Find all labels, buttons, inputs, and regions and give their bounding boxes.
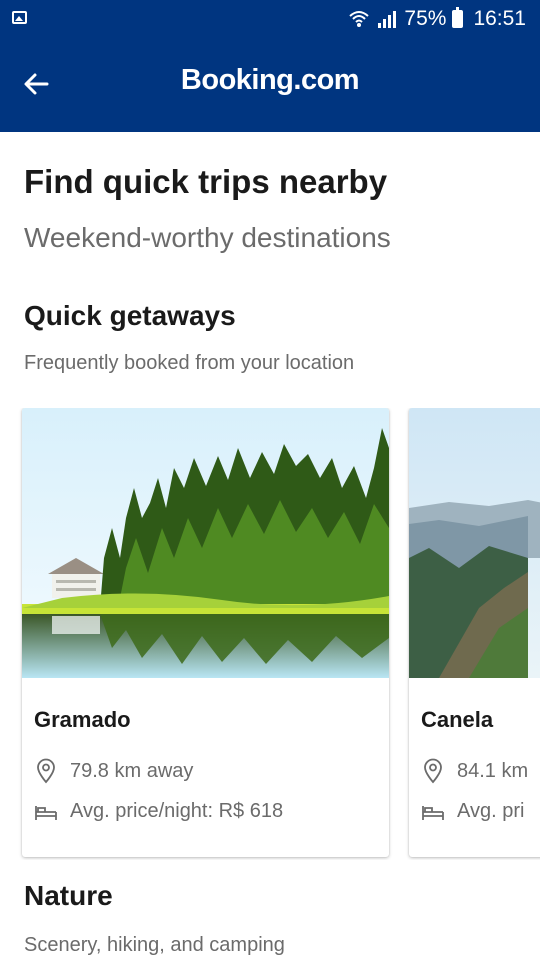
price-row: Avg. pri bbox=[421, 800, 524, 823]
destination-photo-canela bbox=[409, 408, 540, 678]
destination-card-canela[interactable]: Canela 84.1 km Avg. pri bbox=[409, 408, 540, 857]
brand-logo: Booking.com bbox=[180, 64, 360, 96]
price-text: Avg. pri bbox=[457, 800, 525, 822]
section-title-nature: Nature bbox=[24, 880, 113, 911]
price-row: Avg. price/night: R$ 618 bbox=[34, 800, 283, 823]
destination-name: Gramado bbox=[34, 707, 131, 732]
section-subtitle-nature: Scenery, hiking, and camping bbox=[24, 934, 285, 956]
status-time: 16:51 bbox=[473, 7, 526, 30]
app-bar: Booking.com bbox=[0, 38, 540, 132]
section-title-quick-getaways: Quick getaways bbox=[24, 300, 236, 331]
section-subtitle-quick-getaways: Frequently booked from your location bbox=[24, 352, 355, 374]
location-pin-icon bbox=[37, 758, 55, 784]
battery-icon bbox=[452, 7, 464, 28]
bed-icon bbox=[35, 805, 57, 820]
status-bar-right: 75% 16:51 bbox=[348, 6, 526, 32]
battery-percent: 75% bbox=[404, 7, 447, 30]
getaways-carousel[interactable]: Gramado 79.8 km away Avg. price/night: R… bbox=[0, 408, 540, 860]
distance-text: 84.1 km bbox=[457, 759, 529, 782]
distance-row: 84.1 km bbox=[421, 758, 528, 784]
distance-row: 79.8 km away bbox=[34, 758, 193, 784]
page-subtitle: Weekend-worthy destinations bbox=[24, 222, 391, 253]
bed-icon bbox=[422, 805, 444, 820]
wifi-icon bbox=[349, 11, 370, 27]
location-pin-icon bbox=[424, 758, 442, 784]
image-notification-icon bbox=[12, 11, 27, 24]
destination-card-gramado[interactable]: Gramado 79.8 km away Avg. price/night: R… bbox=[22, 408, 389, 857]
distance-text: 79.8 km away bbox=[70, 759, 194, 782]
page-title: Find quick trips nearby bbox=[24, 163, 388, 200]
status-bar: 75% 16:51 bbox=[0, 0, 540, 38]
destination-photo-gramado bbox=[22, 408, 389, 678]
signal-icon bbox=[378, 11, 397, 28]
price-text: Avg. price/night: R$ 618 bbox=[70, 800, 284, 822]
destination-name: Canela bbox=[421, 707, 494, 732]
